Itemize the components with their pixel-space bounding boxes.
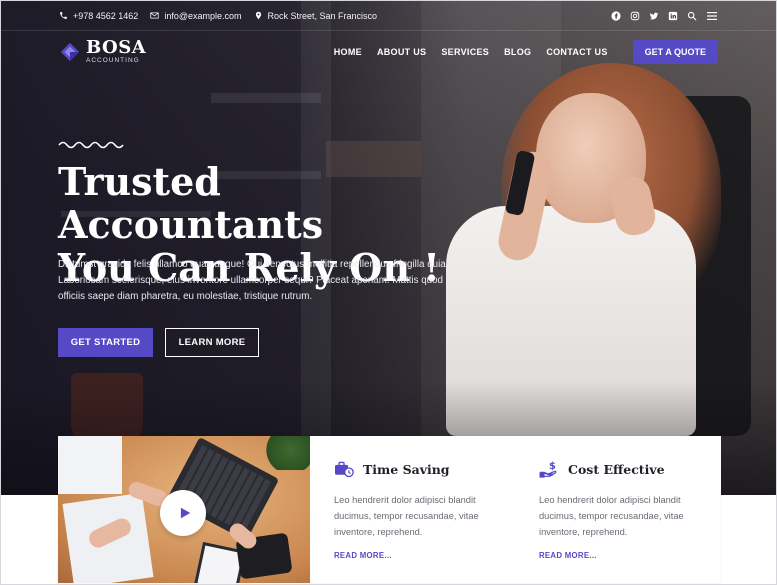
wave-divider-icon bbox=[58, 141, 124, 149]
hero-headline-line1: Trusted Accountants bbox=[58, 159, 324, 247]
read-more-link[interactable]: READ MORE... bbox=[539, 551, 720, 560]
hero-cta-group: GET STARTED LEARN MORE bbox=[58, 328, 259, 357]
contact-address: Rock Street, San Francisco bbox=[254, 10, 378, 21]
site-logo[interactable]: BOSA ACCOUNTING bbox=[59, 39, 146, 65]
get-a-quote-button[interactable]: GET A QUOTE bbox=[632, 40, 718, 64]
feature-text: Leo hendrerit dolor adipisci blandit duc… bbox=[539, 495, 684, 537]
features-card: Time Saving Leo hendrerit dolor adipisci… bbox=[58, 436, 721, 583]
nav-menu: HOME ABOUT US SERVICES BLOG CONTACT US G… bbox=[334, 40, 718, 64]
nav-item-services[interactable]: SERVICES bbox=[441, 47, 489, 57]
hand-dollar-icon: $ bbox=[539, 461, 557, 478]
envelope-icon bbox=[150, 12, 159, 19]
learn-more-button[interactable]: LEARN MORE bbox=[165, 328, 259, 357]
feature-title: Cost Effective bbox=[568, 461, 665, 477]
facebook-icon[interactable] bbox=[611, 10, 621, 21]
contact-phone[interactable]: +978 4562 1462 bbox=[59, 11, 138, 21]
get-started-button[interactable]: GET STARTED bbox=[58, 328, 153, 357]
hero-description: Dictumst gravida felis ullamco quas augu… bbox=[58, 259, 449, 302]
instagram-icon[interactable] bbox=[630, 11, 640, 21]
menu-icon[interactable] bbox=[706, 11, 718, 21]
logo-name: BOSA bbox=[86, 37, 147, 59]
search-icon[interactable] bbox=[687, 11, 697, 21]
contact-info: +978 4562 1462 info@example.com Rock Str… bbox=[59, 11, 377, 21]
nav-item-blog[interactable]: BLOG bbox=[504, 47, 531, 57]
nav-item-about-us[interactable]: ABOUT US bbox=[377, 47, 426, 57]
contact-email[interactable]: info@example.com bbox=[150, 10, 242, 21]
feature-title: Time Saving bbox=[363, 461, 450, 477]
twitter-icon[interactable] bbox=[649, 11, 659, 21]
top-bar: +978 4562 1462 info@example.com Rock Str… bbox=[1, 1, 776, 31]
feature-cost-effective: $ Cost Effective Leo hendrerit dolor adi… bbox=[515, 436, 720, 583]
phone-icon bbox=[60, 12, 67, 19]
read-more-link[interactable]: READ MORE... bbox=[334, 551, 515, 560]
office-desk-photo bbox=[58, 436, 310, 583]
feature-text: Leo hendrerit dolor adipisci blandit duc… bbox=[334, 495, 479, 537]
play-video-button[interactable] bbox=[160, 490, 206, 536]
logo-diamond-icon bbox=[60, 42, 80, 62]
main-nav: BOSA ACCOUNTING HOME ABOUT US SERVICES B… bbox=[1, 32, 776, 72]
logo-subtitle: ACCOUNTING bbox=[86, 57, 140, 65]
top-icons bbox=[611, 10, 718, 21]
linkedin-icon[interactable] bbox=[668, 11, 678, 21]
feature-time-saving: Time Saving Leo hendrerit dolor adipisci… bbox=[310, 436, 515, 583]
street-address: Rock Street, San Francisco bbox=[267, 10, 378, 21]
email-address: info@example.com bbox=[164, 10, 242, 21]
nav-item-home[interactable]: HOME bbox=[334, 47, 362, 57]
svg-text:$: $ bbox=[549, 461, 556, 472]
nav-item-contact-us[interactable]: CONTACT US bbox=[546, 47, 607, 57]
map-pin-icon bbox=[255, 11, 261, 20]
briefcase-clock-icon bbox=[335, 461, 354, 478]
play-icon bbox=[180, 507, 190, 519]
phone-number: +978 4562 1462 bbox=[73, 10, 139, 21]
